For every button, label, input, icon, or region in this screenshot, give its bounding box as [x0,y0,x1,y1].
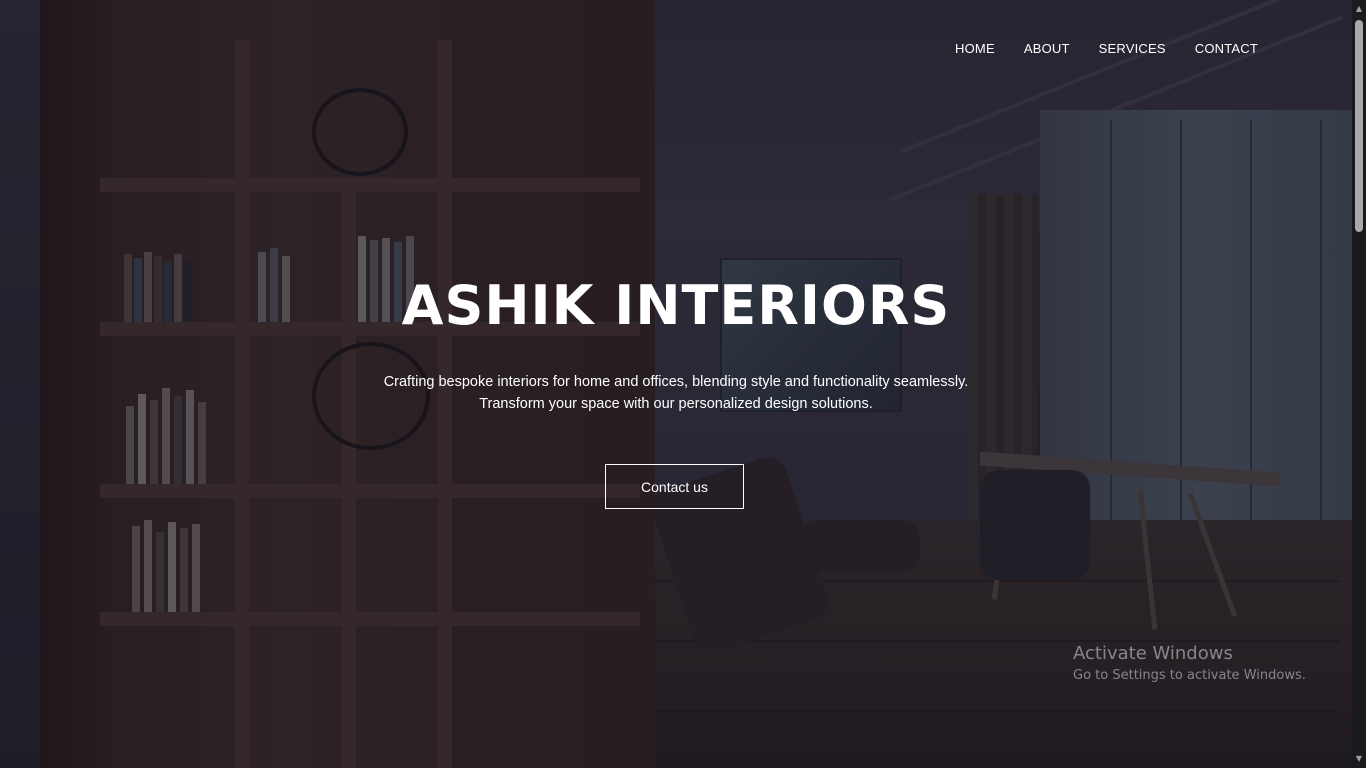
watermark-subtitle: Go to Settings to activate Windows. [1073,668,1306,683]
hero-subtitle: Crafting bespoke interiors for home and … [0,371,1352,415]
page-scrollbar[interactable]: ▲ ▼ [1352,0,1366,768]
watermark-title: Activate Windows [1073,643,1233,664]
contact-us-button[interactable]: Contact us [605,464,744,509]
nav-home[interactable]: HOME [955,40,995,58]
nav-contact[interactable]: CONTACT [1195,40,1258,58]
hero-subtitle-line-2: Transform your space with our personaliz… [479,396,873,412]
hero-subtitle-line-1: Crafting bespoke interiors for home and … [383,374,969,390]
landing-page: HOME ABOUT SERVICES CONTACT ASHIK INTERI… [0,0,1366,768]
main-nav: HOME ABOUT SERVICES CONTACT [955,40,1258,58]
scroll-up-arrow-icon[interactable]: ▲ [1352,2,1366,16]
activate-windows-watermark: Activate Windows Go to Settings to activ… [1073,642,1306,686]
scrollbar-thumb[interactable] [1355,20,1363,232]
scroll-down-arrow-icon[interactable]: ▼ [1352,752,1366,766]
nav-services[interactable]: SERVICES [1099,40,1166,58]
nav-about[interactable]: ABOUT [1024,40,1070,58]
hero-title: ASHIK INTERIORS [401,274,951,337]
